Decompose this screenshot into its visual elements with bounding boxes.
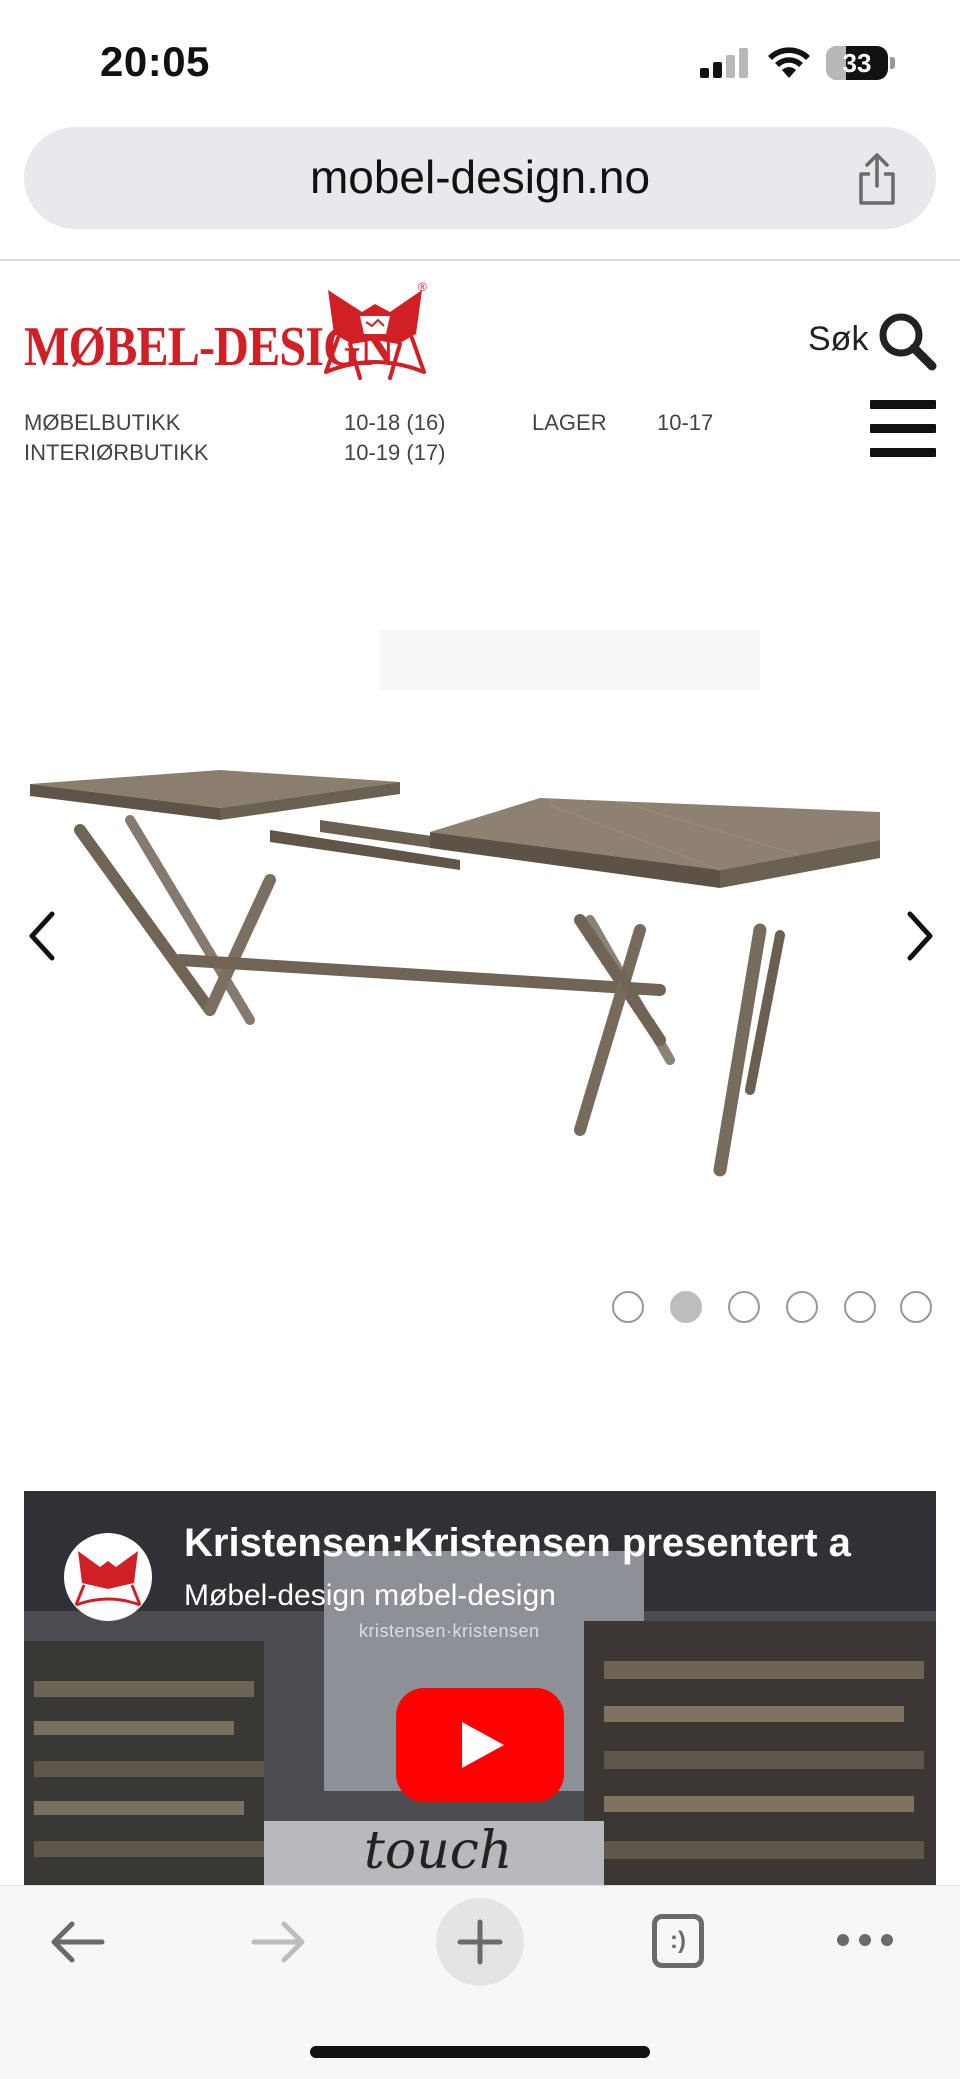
channel-avatar[interactable]	[64, 1533, 152, 1621]
carousel-dot[interactable]	[786, 1291, 818, 1323]
home-indicator	[310, 2046, 650, 2058]
video-channel-name[interactable]: Møbel-design møbel-design	[184, 1579, 556, 1613]
hamburger-menu-icon[interactable]	[870, 400, 936, 458]
youtube-play-icon[interactable]	[396, 1688, 564, 1802]
more-icon[interactable]	[834, 1930, 896, 1950]
youtube-video-embed[interactable]: Kristensen:Kristensen presentert a Møbel…	[24, 1491, 936, 1885]
forward-arrow-icon[interactable]	[246, 1912, 310, 1972]
butterfly-chair-icon[interactable]	[320, 282, 430, 382]
chevron-right-icon[interactable]	[900, 906, 940, 966]
hours-time-interiorbutikk: 10-19 (17)	[344, 440, 446, 465]
video-script-text: touch	[364, 1821, 513, 1881]
wifi-icon	[768, 47, 810, 78]
back-arrow-icon[interactable]	[46, 1912, 110, 1972]
battery-icon: 33	[826, 46, 888, 80]
carousel-dot-active[interactable]	[670, 1291, 702, 1323]
search-icon[interactable]	[876, 310, 938, 372]
battery-nub	[890, 57, 895, 69]
hours-time-mobelbutikk: 10-18 (16)	[344, 410, 446, 435]
carousel-dot[interactable]	[612, 1291, 644, 1323]
status-time: 20:05	[100, 38, 210, 85]
hours-label-lager: LAGER	[532, 410, 607, 435]
carousel-dot[interactable]	[728, 1291, 760, 1323]
battery-level: 33	[842, 48, 872, 78]
product-image[interactable]	[20, 760, 900, 1200]
hours-label-mobelbutikk: MØBELBUTIKK	[24, 410, 181, 435]
registered-mark: ®	[418, 280, 427, 294]
cellular-signal-icon	[700, 48, 750, 78]
carousel-dot[interactable]	[844, 1291, 876, 1323]
search-label[interactable]: Søk	[808, 320, 868, 359]
video-title[interactable]: Kristensen:Kristensen presentert a	[184, 1521, 924, 1566]
tabs-icon[interactable]: :)	[652, 1914, 704, 1968]
share-icon[interactable]	[856, 152, 898, 206]
table-ghost-backdrop	[380, 630, 760, 690]
new-tab-plus-icon	[457, 1919, 503, 1965]
chevron-left-icon[interactable]	[22, 906, 62, 966]
browser-divider	[0, 259, 960, 261]
carousel-dot[interactable]	[900, 1291, 932, 1323]
hours-label-interiorbutikk: INTERIØRBUTIKK	[24, 440, 209, 465]
video-watermark: kristensen·kristensen	[359, 1621, 540, 1641]
hours-time-lager: 10-17	[657, 410, 714, 435]
tabs-glyph: :)	[670, 1927, 686, 1954]
butterfly-chair-icon	[74, 1551, 142, 1607]
url-text[interactable]: mobel-design.no	[0, 150, 960, 204]
